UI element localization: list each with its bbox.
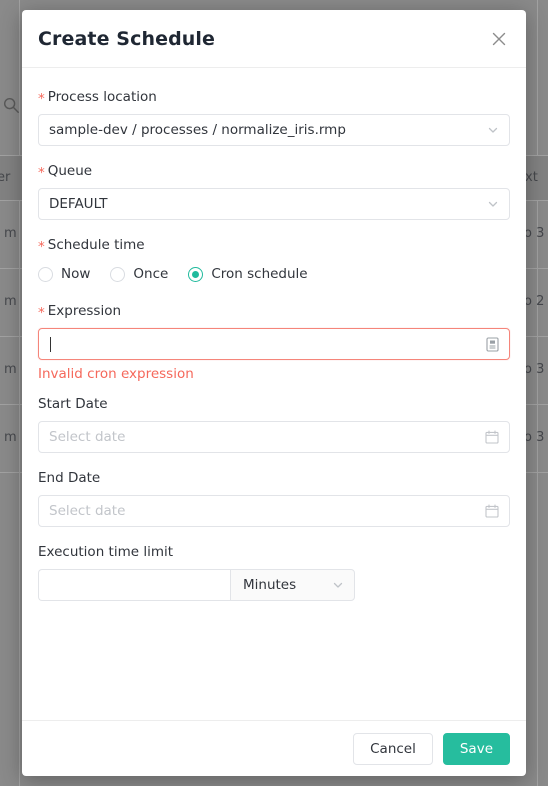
radio-option-now[interactable]: Now — [38, 266, 90, 282]
calendar-icon[interactable] — [485, 430, 499, 444]
field-end-date: End Date Select date — [38, 469, 510, 527]
background-cell: o 3 — [524, 430, 545, 445]
background-cell: m — [4, 294, 17, 309]
queue-value: DEFAULT — [49, 196, 108, 212]
process-location-label-text: Process location — [47, 89, 157, 105]
field-expression: * Expression Invalid cron expression — [38, 302, 510, 383]
execution-time-limit-label: Execution time limit — [38, 544, 174, 560]
chevron-down-icon — [487, 198, 499, 210]
process-location-select[interactable]: sample-dev / processes / normalize_iris.… — [38, 114, 510, 146]
radio-indicator-now — [38, 266, 53, 282]
background-column-separator-right — [537, 0, 538, 786]
dialog-body: * Process location sample-dev / processes… — [22, 68, 526, 720]
end-date-input[interactable]: Select date — [38, 495, 510, 527]
end-date-placeholder: Select date — [49, 503, 126, 519]
field-execution-time-limit: Execution time limit Minutes — [38, 543, 510, 601]
required-marker: * — [38, 165, 45, 181]
queue-label-text: Queue — [47, 163, 93, 179]
radio-option-once[interactable]: Once — [110, 266, 168, 282]
execution-time-limit-unit-value: Minutes — [243, 577, 297, 593]
required-marker: * — [38, 305, 45, 321]
radio-option-cron-schedule[interactable]: Cron schedule — [188, 266, 308, 282]
required-marker: * — [38, 91, 45, 107]
process-location-value: sample-dev / processes / normalize_iris.… — [49, 122, 346, 138]
execution-time-limit-group: Minutes — [38, 569, 355, 601]
cancel-button[interactable]: Cancel — [353, 732, 433, 765]
schedule-time-radio-group: Now Once Cron schedule — [38, 262, 510, 286]
background-column-header: er — [0, 170, 11, 185]
end-date-label: End Date — [38, 470, 101, 486]
calendar-icon[interactable] — [485, 504, 499, 518]
schedule-time-label-text: Schedule time — [47, 237, 145, 253]
radio-label-once: Once — [133, 266, 169, 282]
execution-time-limit-input[interactable] — [38, 569, 230, 601]
background-cell: m — [4, 226, 17, 241]
expression-error-message: Invalid cron expression — [38, 366, 194, 382]
queue-select[interactable]: DEFAULT — [38, 188, 510, 220]
expression-label-text: Expression — [47, 303, 122, 319]
expression-label: * Expression — [38, 302, 510, 320]
dialog-footer: Cancel Save — [22, 720, 526, 776]
chevron-down-icon — [332, 579, 344, 591]
background-cell: o 2 — [524, 294, 545, 309]
cron-builder-icon[interactable] — [486, 336, 499, 352]
process-location-label: * Process location — [38, 88, 510, 106]
close-icon[interactable] — [486, 26, 512, 52]
create-schedule-dialog: Create Schedule * Process location sample… — [22, 10, 526, 776]
chevron-down-icon — [487, 124, 499, 136]
background-column-header: xt — [525, 170, 538, 185]
field-schedule-time: * Schedule time Now Once Cron schedule — [38, 236, 510, 286]
execution-time-limit-unit-select[interactable]: Minutes — [230, 569, 355, 601]
field-start-date: Start Date Select date — [38, 395, 510, 453]
page-title: Create Schedule — [38, 27, 215, 50]
background-cell: o 3 — [524, 226, 545, 241]
required-marker: * — [38, 239, 45, 255]
expression-input[interactable] — [38, 328, 510, 360]
start-date-placeholder: Select date — [49, 429, 126, 445]
background-cell: m — [4, 430, 17, 445]
background-cell: m — [4, 362, 17, 377]
field-process-location: * Process location sample-dev / processes… — [38, 88, 510, 146]
schedule-time-label: * Schedule time — [38, 236, 510, 254]
queue-label: * Queue — [38, 162, 510, 180]
background-column-separator-left — [19, 0, 20, 786]
background-cell: o 3 — [524, 362, 545, 377]
radio-indicator-cron-schedule — [188, 266, 204, 282]
text-cursor — [50, 337, 51, 352]
radio-label-now: Now — [61, 266, 91, 282]
search-icon[interactable] — [2, 96, 20, 114]
start-date-input[interactable]: Select date — [38, 421, 510, 453]
save-button[interactable]: Save — [442, 732, 510, 765]
start-date-label: Start Date — [38, 396, 108, 412]
radio-indicator-once — [110, 266, 126, 282]
field-queue: * Queue DEFAULT — [38, 162, 510, 220]
dialog-header: Create Schedule — [22, 10, 526, 68]
radio-label-cron-schedule: Cron schedule — [211, 266, 308, 282]
